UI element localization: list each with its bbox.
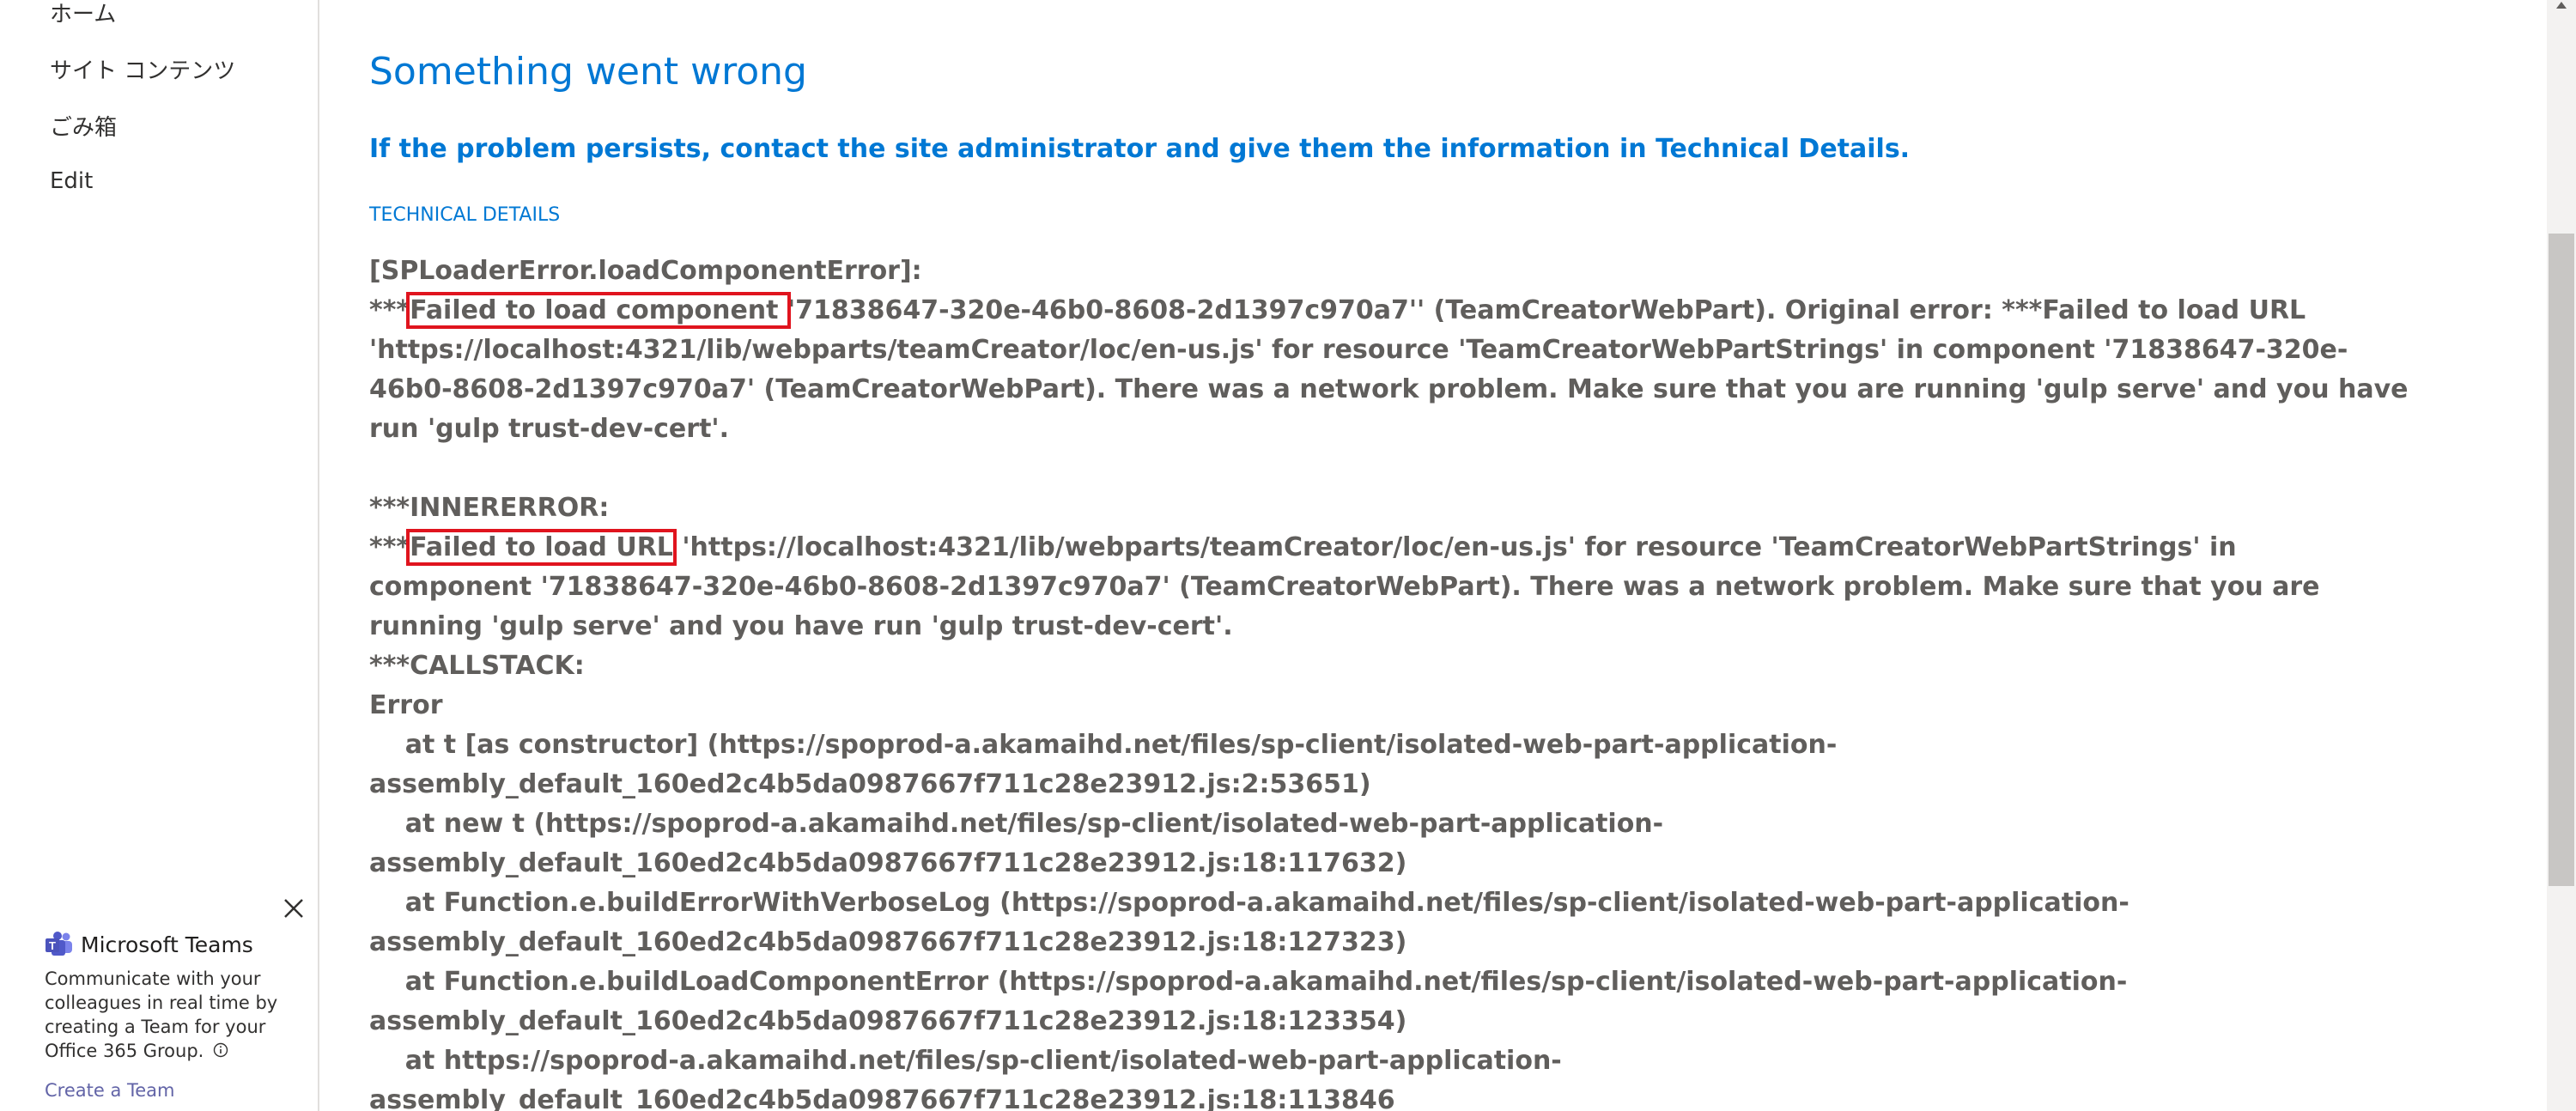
nav-item-edit[interactable]: Edit xyxy=(50,168,93,194)
detail-line: ***CALLSTACK: xyxy=(369,647,2258,687)
detail-text: *** xyxy=(369,295,410,325)
detail-line: at t [as constructor] (https://spoprod-a… xyxy=(369,726,2258,766)
detail-line: ***Failed to load component '71838647-32… xyxy=(369,292,2306,331)
info-icon[interactable] xyxy=(213,1042,228,1058)
nav-item-recycle-bin[interactable]: ごみ箱 xyxy=(50,110,117,142)
detail-text: ***CALLSTACK: xyxy=(369,651,585,681)
detail-text: assembly_default_160ed2c4b5da0987667f711… xyxy=(369,769,1371,799)
detail-text: Error xyxy=(369,690,443,720)
detail-line: 46b0-8608-2d1397c970a7' (TeamCreatorWebP… xyxy=(369,371,2409,410)
left-navigation: ホーム サイト コンテンツ ごみ箱 Edit T Microsoft Teams… xyxy=(0,0,319,1111)
detail-line: at Function.e.buildLoadComponentError (h… xyxy=(369,963,2258,1003)
detail-line: assembly_default_160ed2c4b5da0987667f711… xyxy=(369,845,2258,884)
highlighted-error-text: Failed to load component xyxy=(406,292,791,329)
detail-line: 'https://localhost:4321/lib/webparts/tea… xyxy=(369,331,2348,371)
highlighted-error-text: Failed to load URL xyxy=(406,529,677,566)
detail-line xyxy=(369,450,2258,489)
detail-line: run 'gulp trust-dev-cert'. xyxy=(369,410,2258,450)
technical-details-toggle[interactable]: TECHNICAL DETAILS xyxy=(369,204,560,226)
teams-promo-description: Communicate with your colleagues in real… xyxy=(45,967,294,1063)
detail-line: ***INNERERROR: xyxy=(369,489,2258,529)
scrollbar-thumb[interactable] xyxy=(2549,234,2574,886)
detail-text: at Function.e.buildLoadComponentError (h… xyxy=(369,967,2128,997)
detail-line: Error xyxy=(369,687,2258,726)
detail-line: assembly_default_160ed2c4b5da0987667f711… xyxy=(369,1003,2258,1042)
detail-text: 46b0-8608-2d1397c970a7' (TeamCreatorWebP… xyxy=(369,374,2409,404)
error-title: Something went wrong xyxy=(369,50,807,94)
detail-line: at Function.e.buildErrorWithVerboseLog (… xyxy=(369,884,2258,924)
detail-text: '71838647-320e-46b0-8608-2d1397c970a7'' … xyxy=(787,295,2306,325)
nav-item-home[interactable]: ホーム xyxy=(50,0,116,28)
detail-text: at new t (https://spoprod-a.akamaihd.net… xyxy=(369,809,1664,839)
detail-line: [SPLoaderError.loadComponentError]: xyxy=(369,252,2258,292)
detail-text: [SPLoaderError.loadComponentError]: xyxy=(369,256,922,286)
close-icon[interactable] xyxy=(280,895,307,922)
scroll-up-arrow-icon[interactable] xyxy=(2554,0,2569,9)
detail-text: component '71838647-320e-46b0-8608-2d139… xyxy=(369,572,2320,602)
detail-text: *** xyxy=(369,532,410,562)
detail-line: assembly_default_160ed2c4b5da0987667f711… xyxy=(369,766,2258,805)
nav-item-site-contents[interactable]: サイト コンテンツ xyxy=(50,53,235,85)
error-subtitle: If the problem persists, contact the sit… xyxy=(369,134,1911,164)
detail-line: component '71838647-320e-46b0-8608-2d139… xyxy=(369,568,2320,608)
detail-line: running 'gulp serve' and you have run 'g… xyxy=(369,608,2258,647)
main-content: Something went wrong If the problem pers… xyxy=(319,0,2547,1111)
teams-promo-title: Microsoft Teams xyxy=(81,932,253,957)
detail-text: ***INNERERROR: xyxy=(369,493,610,523)
create-team-link[interactable]: Create a Team xyxy=(45,1080,175,1101)
detail-text: assembly_default_160ed2c4b5da0987667f711… xyxy=(369,927,1407,957)
teams-promo-header: T Microsoft Teams xyxy=(45,931,253,958)
detail-text: at https://spoprod-a.akamaihd.net/files/… xyxy=(369,1046,1562,1076)
detail-text: at Function.e.buildErrorWithVerboseLog (… xyxy=(369,888,2129,918)
detail-text: at t [as constructor] (https://spoprod-a… xyxy=(369,730,1838,760)
detail-line: ***Failed to load URL 'https://localhost… xyxy=(369,529,2258,568)
detail-line: at new t (https://spoprod-a.akamaihd.net… xyxy=(369,805,2258,845)
detail-text: assembly_default_160ed2c4b5da0987667f711… xyxy=(369,848,1407,878)
detail-text: 'https://localhost:4321/lib/webparts/tea… xyxy=(672,532,2237,562)
page-scrollbar[interactable] xyxy=(2547,0,2576,1111)
technical-details-text: [SPLoaderError.loadComponentError]: ***Fa… xyxy=(369,252,2409,1111)
microsoft-teams-icon: T xyxy=(46,932,72,956)
detail-line: assembly_default_160ed2c4b5da0987667f711… xyxy=(369,924,2258,963)
detail-text: run 'gulp trust-dev-cert'. xyxy=(369,414,729,444)
teams-promo-text: Communicate with your colleagues in real… xyxy=(45,968,278,1061)
detail-text: assembly_default_160ed2c4b5da0987667f711… xyxy=(369,1006,1407,1036)
svg-text:T: T xyxy=(49,939,56,952)
detail-text: 'https://localhost:4321/lib/webparts/tea… xyxy=(369,335,2348,365)
detail-line: at https://spoprod-a.akamaihd.net/files/… xyxy=(369,1042,2258,1082)
detail-text: assembly_default_160ed2c4b5da0987667f711… xyxy=(369,1085,1395,1111)
sharepoint-error-page: ホーム サイト コンテンツ ごみ箱 Edit T Microsoft Teams… xyxy=(0,0,2576,1111)
detail-text: running 'gulp serve' and you have run 'g… xyxy=(369,611,1233,641)
detail-line: assembly_default_160ed2c4b5da0987667f711… xyxy=(369,1082,2258,1111)
